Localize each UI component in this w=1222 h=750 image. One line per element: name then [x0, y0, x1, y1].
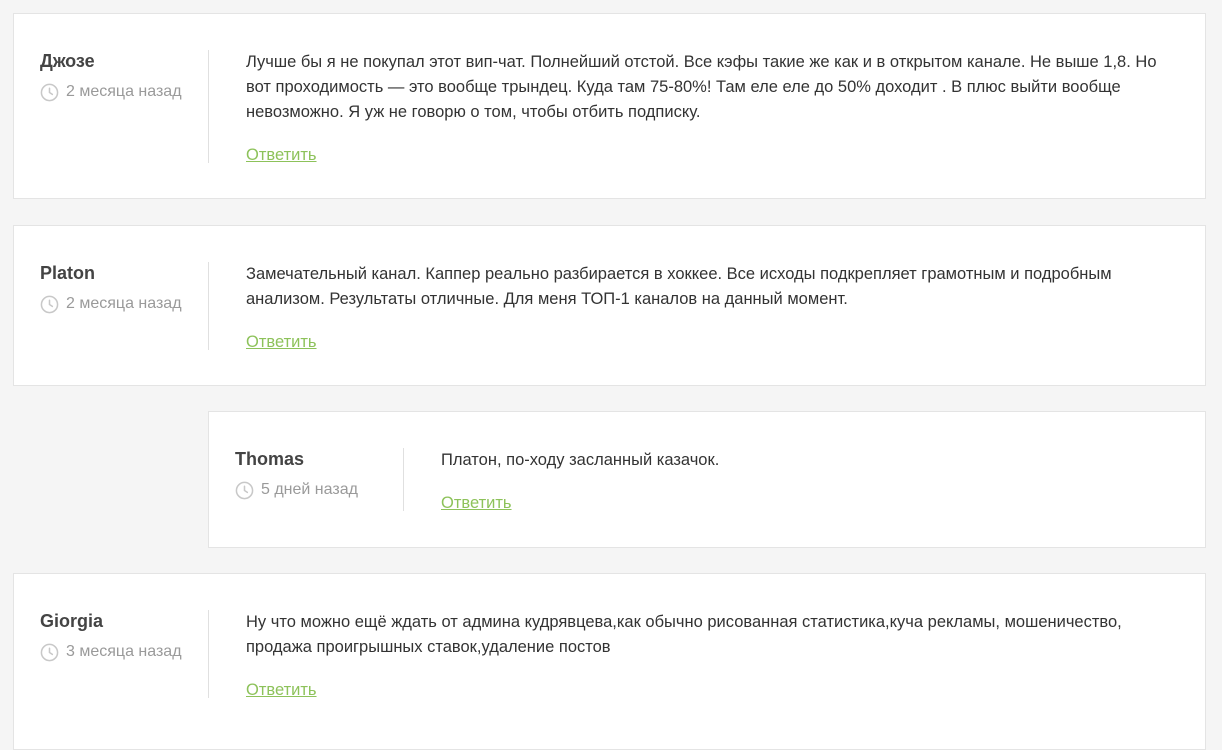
comment-body: Лучше бы я не покупал этот вип-чат. Полн…: [246, 50, 1175, 165]
comment-time: 3 месяца назад: [40, 642, 210, 662]
comment-author: Giorgia: [40, 611, 104, 631]
comment-meta: Thomas 5 дней назад: [235, 448, 405, 500]
comment-divider: [208, 50, 209, 163]
comment-divider: [208, 610, 209, 698]
comment-author: Джозе: [40, 51, 95, 71]
reply-link[interactable]: Ответить: [246, 145, 317, 165]
comment-divider: [403, 448, 404, 511]
clock-icon: [235, 481, 254, 499]
comment-time: 2 месяца назад: [40, 294, 210, 314]
comment-card: Джозе 2 месяца назад Лучше бы я не покуп…: [13, 13, 1206, 199]
reply-link[interactable]: Ответить: [441, 493, 512, 513]
clock-icon: [40, 295, 59, 313]
comment-card-reply: Thomas 5 дней назад Платон, по-ходу засл…: [208, 411, 1206, 548]
comment-text: Ну что можно ещё ждать от админа кудрявц…: [246, 613, 1122, 656]
reply-link[interactable]: Ответить: [246, 680, 317, 700]
clock-icon: [40, 643, 59, 661]
reply-link[interactable]: Ответить: [246, 332, 317, 352]
comment-card: Giorgia 3 месяца назад Ну что можно ещё …: [13, 573, 1206, 750]
comment-body: Ну что можно ещё ждать от админа кудрявц…: [246, 610, 1175, 700]
comment-card: Platon 2 месяца назад Замечательный кана…: [13, 225, 1206, 386]
comment-author: Platon: [40, 263, 96, 283]
clock-icon: [40, 83, 59, 101]
comment-text: Платон, по-ходу засланный казачок.: [441, 451, 720, 469]
comment-meta: Джозе 2 месяца назад: [40, 50, 210, 102]
comment-meta: Platon 2 месяца назад: [40, 262, 210, 314]
comment-text: Лучше бы я не покупал этот вип-чат. Полн…: [246, 53, 1157, 121]
comment-time-label: 2 месяца назад: [66, 295, 182, 312]
comment-author: Thomas: [235, 449, 305, 469]
comment-time: 2 месяца назад: [40, 82, 210, 102]
comment-time-label: 2 месяца назад: [66, 83, 182, 100]
comment-time: 5 дней назад: [235, 480, 405, 500]
comment-time-label: 5 дней назад: [261, 481, 358, 498]
comment-text: Замечательный канал. Каппер реально разб…: [246, 265, 1112, 308]
comment-meta: Giorgia 3 месяца назад: [40, 610, 210, 662]
comments-list: Джозе 2 месяца назад Лучше бы я не покуп…: [0, 0, 1222, 750]
comment-body: Платон, по-ходу засланный казачок. Ответ…: [441, 448, 1175, 513]
comment-divider: [208, 262, 209, 350]
comment-body: Замечательный канал. Каппер реально разб…: [246, 262, 1175, 352]
comment-time-label: 3 месяца назад: [66, 643, 182, 660]
